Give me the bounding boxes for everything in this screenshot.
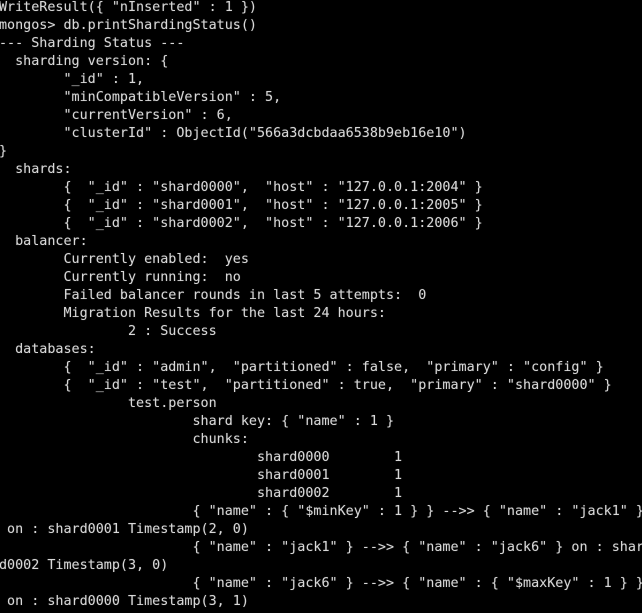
- terminal-line: on : shard0001 Timestamp(2, 0): [0, 522, 249, 537]
- terminal-line: 2 : Success: [0, 324, 217, 339]
- terminal-line: shard key: { "name" : 1 }: [0, 414, 395, 429]
- terminal-line: { "_id" : "shard0001", "host" : "127.0.0…: [0, 198, 483, 213]
- terminal-line: Currently enabled: yes: [0, 252, 249, 267]
- terminal-line: "_id" : 1,: [0, 72, 145, 87]
- terminal-line: { "name" : "jack1" } -->> { "name" : "ja…: [0, 540, 642, 555]
- terminal-line: "minCompatibleVersion" : 5,: [0, 90, 282, 105]
- terminal-line: "currentVersion" : 6,: [0, 108, 233, 123]
- terminal-line: "clusterId" : ObjectId("566a3dcbdaa6538b…: [0, 126, 467, 141]
- terminal-line: shards:: [0, 162, 72, 177]
- terminal-line: chunks:: [0, 432, 249, 447]
- terminal-line: { "_id" : "admin", "partitioned" : false…: [0, 360, 604, 375]
- terminal-line: { "_id" : "test", "partitioned" : true, …: [0, 378, 612, 393]
- terminal-line: { "_id" : "shard0002", "host" : "127.0.0…: [0, 216, 483, 231]
- terminal-line: WriteResult({ "nInserted" : 1 }): [0, 0, 257, 15]
- terminal-line: shard0000 1: [0, 450, 403, 465]
- terminal-line: { "_id" : "shard0000", "host" : "127.0.0…: [0, 180, 483, 195]
- terminal-line: Currently running: no: [0, 270, 241, 285]
- terminal-line: databases:: [0, 342, 96, 357]
- terminal-window[interactable]: WriteResult({ "nInserted" : 1 }) mongos> …: [0, 0, 642, 613]
- terminal-line: }: [0, 143, 642, 161]
- terminal-screen: WriteResult({ "nInserted" : 1 }) mongos> …: [0, 0, 642, 611]
- terminal-line: { "name" : { "$minKey" : 1 } } -->> { "n…: [0, 504, 642, 519]
- terminal-line: Failed balancer rounds in last 5 attempt…: [0, 288, 427, 303]
- terminal-line: test.person: [0, 396, 217, 411]
- terminal-line: shard0001 1: [0, 468, 403, 483]
- terminal-line: sharding version: {: [0, 54, 169, 69]
- terminal-line: --- Sharding Status ---: [0, 36, 193, 51]
- terminal-line: d0002 Timestamp(3, 0): [0, 558, 169, 573]
- terminal-line: shard0002 1: [0, 486, 403, 501]
- terminal-line: balancer:: [0, 234, 88, 249]
- terminal-line: { "name" : "jack6" } -->> { "name" : { "…: [0, 576, 642, 591]
- terminal-line: on : shard0000 Timestamp(3, 1): [0, 594, 249, 609]
- terminal-line: Migration Results for the last 24 hours:: [0, 306, 386, 321]
- terminal-line: mongos> db.printShardingStatus(): [0, 18, 257, 33]
